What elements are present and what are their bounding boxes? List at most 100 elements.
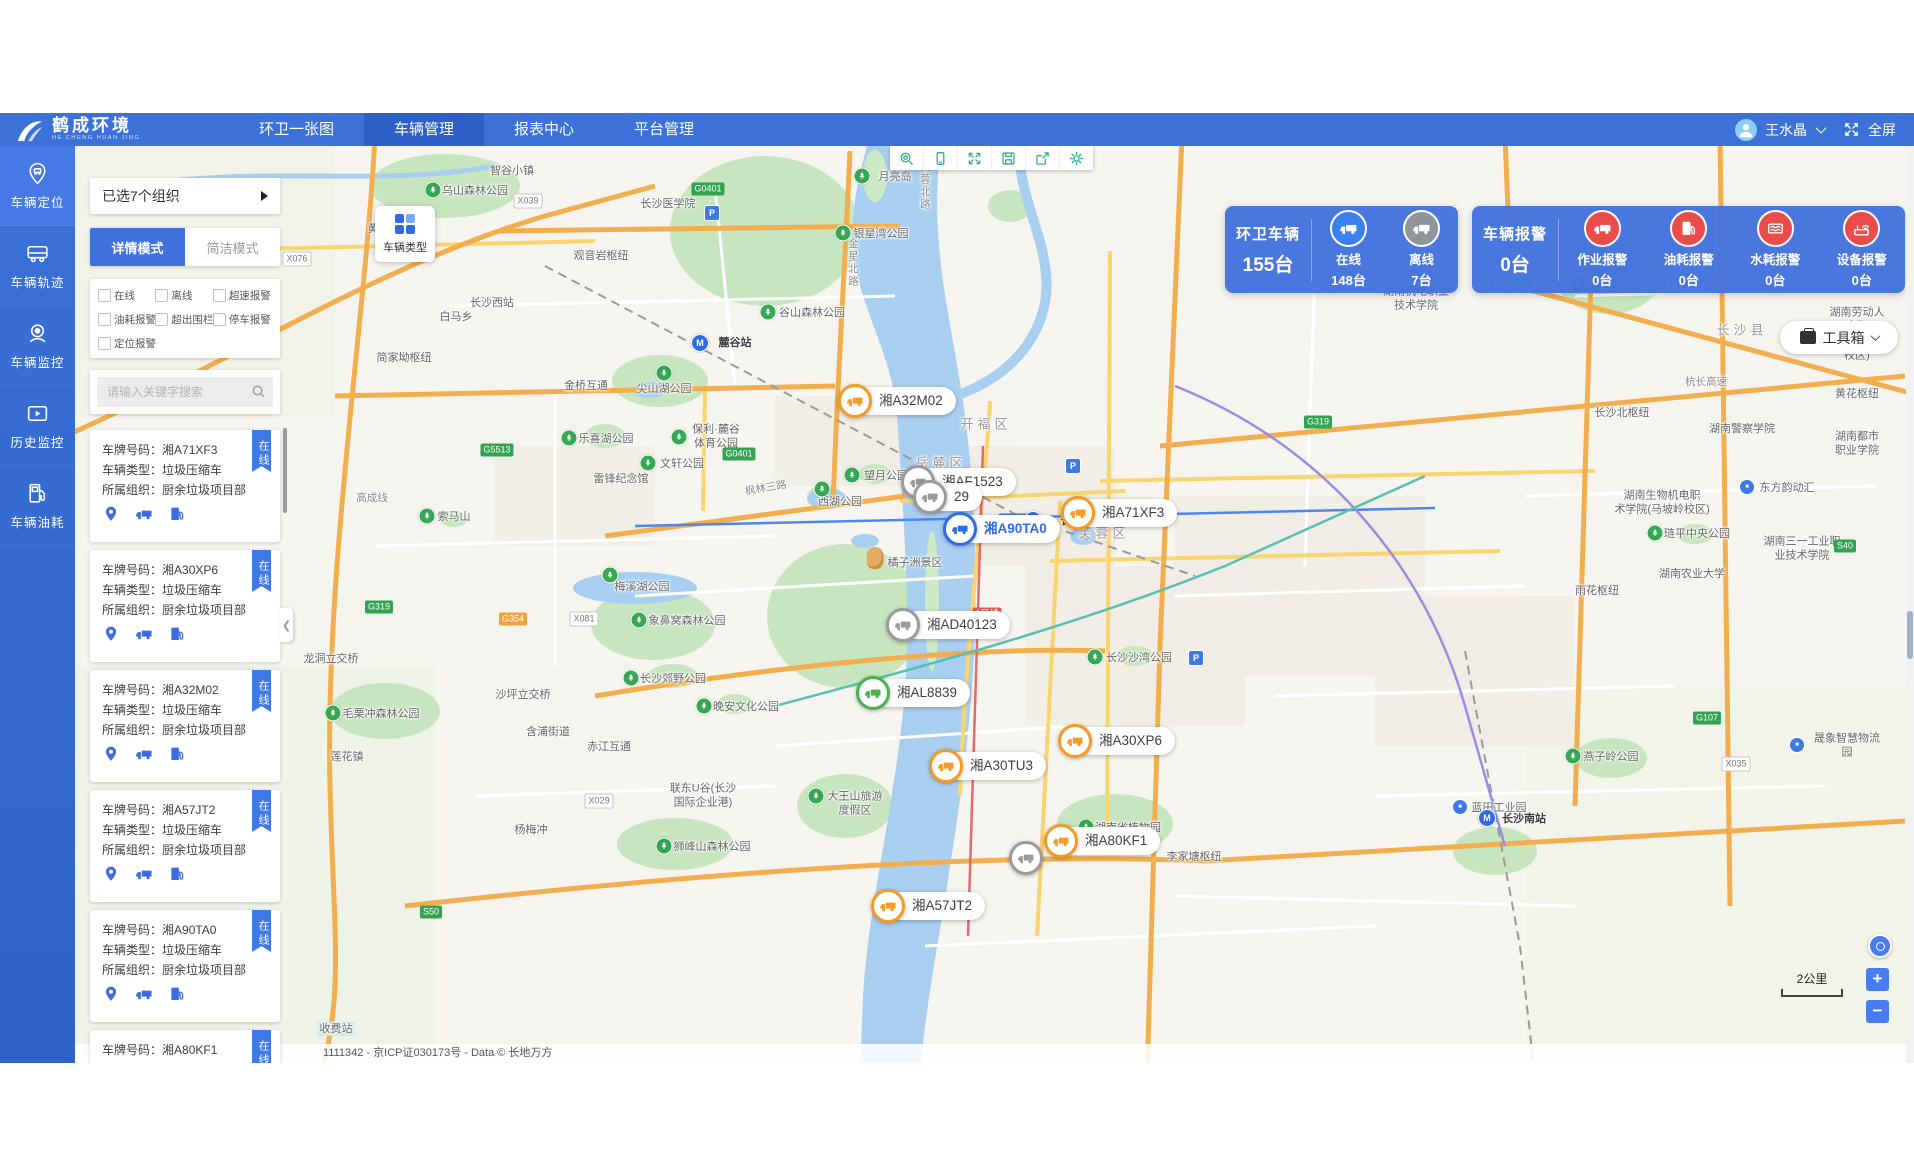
checkbox-icon[interactable] — [213, 313, 226, 326]
chevron-down-icon[interactable] — [1815, 122, 1826, 133]
vehicle-plate: 湘A30XP6 — [162, 563, 218, 577]
checkbox-icon[interactable] — [213, 289, 226, 302]
vehicle-marker[interactable]: 湘AL8839 — [856, 676, 890, 710]
locate-icon[interactable] — [102, 985, 120, 1003]
user-avatar[interactable] — [1735, 119, 1757, 141]
menu-item[interactable]: 车辆管理 — [364, 113, 484, 146]
panel-collapse-button[interactable]: ❮ — [280, 608, 293, 642]
search-icon[interactable] — [251, 384, 266, 399]
fullscreen-label[interactable]: 全屏 — [1868, 120, 1896, 140]
page-scrollbar[interactable] — [1906, 146, 1914, 1063]
checkbox-icon[interactable] — [98, 289, 111, 302]
rail-item-vehicle-monitor[interactable]: 车辆监控 — [0, 306, 75, 386]
extent-icon[interactable] — [958, 146, 992, 170]
fuel-icon[interactable] — [168, 985, 186, 1003]
area-search-icon[interactable] — [890, 146, 924, 170]
menu-item[interactable]: 平台管理 — [604, 113, 724, 146]
filter-checkbox[interactable]: 超速报警 — [213, 288, 272, 303]
zoom-out-button[interactable]: − — [1866, 1000, 1889, 1023]
fleet-online[interactable]: 在线 148台 — [1330, 210, 1367, 289]
filter-checkbox[interactable]: 停车报警 — [213, 312, 272, 327]
rail-item-vehicle-fuel[interactable]: 车辆油耗 — [0, 466, 75, 546]
track-icon[interactable] — [135, 985, 153, 1003]
checkbox-icon[interactable] — [155, 313, 168, 326]
vehicle-marker[interactable]: 湘AD40123 — [886, 608, 920, 642]
list-scrollbar-thumb[interactable] — [283, 428, 287, 513]
toolbox-button[interactable]: 工具箱 — [1780, 321, 1898, 354]
alarm-work[interactable]: 作业报警 0台 — [1577, 210, 1627, 289]
poi-icon — [1739, 479, 1755, 495]
zoom-in-button[interactable]: + — [1866, 968, 1889, 991]
device-icon[interactable] — [924, 146, 958, 170]
rail-item-history-monitor[interactable]: 历史监控 — [0, 386, 75, 466]
fullscreen-icon[interactable] — [1843, 121, 1860, 138]
locate-icon[interactable] — [102, 625, 120, 643]
vehicle-marker[interactable]: 湘A30XP6 — [1058, 724, 1092, 758]
rail-item-vehicle-location[interactable]: 车辆定位 — [0, 146, 75, 226]
alarm-device[interactable]: 设备报警 0台 — [1837, 210, 1887, 289]
track-icon[interactable] — [135, 865, 153, 883]
locate-icon[interactable] — [102, 745, 120, 763]
save-icon[interactable] — [992, 146, 1026, 170]
map-canvas[interactable]: 智谷小镇乌山森林公园长沙医学院月亮岛黄金园互通银星湾公园观音岩枢纽长沙西站白马乡… — [75, 146, 1914, 1063]
export-icon[interactable] — [1026, 146, 1060, 170]
alarm-fuel[interactable]: 油耗报警 0台 — [1664, 210, 1714, 289]
alarm-water[interactable]: 水耗报警 0台 — [1750, 210, 1800, 289]
fuel-icon[interactable] — [168, 745, 186, 763]
fuel-icon[interactable] — [168, 505, 186, 523]
filter-checkbox[interactable]: 油耗报警 — [98, 312, 155, 327]
vehicle-marker[interactable] — [1009, 841, 1043, 875]
menu-item[interactable]: 环卫一张图 — [229, 113, 364, 146]
expand-right-icon[interactable] — [261, 191, 268, 201]
road-badge: S50 — [420, 906, 442, 919]
fleet-offline[interactable]: 离线 7台 — [1403, 210, 1440, 289]
vehicle-marker[interactable]: 湘A71XF3 — [1061, 496, 1095, 530]
park-icon — [1565, 748, 1582, 765]
road-badge: G107 — [1693, 712, 1721, 725]
vehicle-card[interactable]: 车牌号码：湘A80KF1 车辆类型：垃圾压缩车 所属组织：厨余垃圾项目部 在线 — [90, 1030, 280, 1063]
checkbox-icon[interactable] — [98, 337, 111, 350]
locate-icon[interactable] — [102, 505, 120, 523]
locate-icon[interactable] — [102, 865, 120, 883]
road-badge: G319 — [365, 601, 393, 614]
search-input[interactable] — [97, 377, 273, 407]
settings-icon[interactable] — [1060, 146, 1093, 170]
track-icon[interactable] — [135, 505, 153, 523]
menu-item[interactable]: 报表中心 — [484, 113, 604, 146]
vehicle-card[interactable]: 车牌号码：湘A30XP6 车辆类型：垃圾压缩车 所属组织：厨余垃圾项目部 在线 — [90, 550, 280, 662]
vehicle-marker[interactable]: 29 — [913, 480, 947, 514]
filter-checkbox[interactable]: 定位报警 — [98, 336, 155, 351]
track-icon[interactable] — [135, 745, 153, 763]
vehicle-card[interactable]: 车牌号码：湘A57JT2 车辆类型：垃圾压缩车 所属组织：厨余垃圾项目部 在线 — [90, 790, 280, 902]
vehicle-card[interactable]: 车牌号码：湘A90TA0 车辆类型：垃圾压缩车 所属组织：厨余垃圾项目部 在线 — [90, 910, 280, 1022]
track-icon[interactable] — [135, 625, 153, 643]
filter-checkbox[interactable]: 离线 — [155, 288, 212, 303]
checkbox-icon[interactable] — [98, 313, 111, 326]
user-name[interactable]: 王水晶 — [1765, 120, 1807, 140]
mode-tab[interactable]: 简洁模式 — [185, 228, 280, 266]
poi-icon — [1789, 737, 1805, 753]
vehicle-type-button[interactable]: 车辆类型 — [375, 206, 435, 262]
rail-item-vehicle-track[interactable]: 车辆轨迹 — [0, 226, 75, 306]
fleet-stats-panel: 环卫车辆 155台 在线 148台 离线 7台 — [1225, 206, 1458, 293]
filter-checkbox[interactable]: 超出围栏 — [155, 312, 212, 327]
vehicle-card[interactable]: 车牌号码：湘A32M02 车辆类型：垃圾压缩车 所属组织：厨余垃圾项目部 在线 — [90, 670, 280, 782]
fuel-icon[interactable] — [168, 625, 186, 643]
org-selector[interactable]: 已选7个组织 — [90, 178, 280, 214]
mode-tab[interactable]: 详情模式 — [90, 228, 185, 266]
scrollbar-thumb[interactable] — [1907, 611, 1913, 659]
vehicle-marker[interactable]: 湘A57JT2 — [871, 889, 905, 923]
filter-checkbox[interactable]: 在线 — [98, 288, 155, 303]
checkbox-icon[interactable] — [155, 289, 168, 302]
vehicle-marker[interactable]: 湘A32M02 — [838, 384, 872, 418]
status-badge: 在线 — [252, 550, 271, 592]
vehicle-marker[interactable]: 湘A90TA0 — [943, 512, 977, 546]
device-alarm-icon — [1843, 210, 1880, 247]
road-badge: G319 — [1304, 416, 1332, 429]
vehicle-marker[interactable]: 湘A30TU3 — [929, 749, 963, 783]
map-locate-button[interactable] — [1868, 934, 1892, 958]
alarm-stats-panel: 车辆报警 0台 作业报警 0台 油耗报警 0台 水耗报警 0台 — [1472, 206, 1905, 293]
fuel-icon[interactable] — [168, 865, 186, 883]
vehicle-card[interactable]: 车牌号码：湘A71XF3 车辆类型：垃圾压缩车 所属组织：厨余垃圾项目部 在线 — [90, 430, 280, 542]
vehicle-marker[interactable]: 湘A80KF1 — [1044, 824, 1078, 858]
